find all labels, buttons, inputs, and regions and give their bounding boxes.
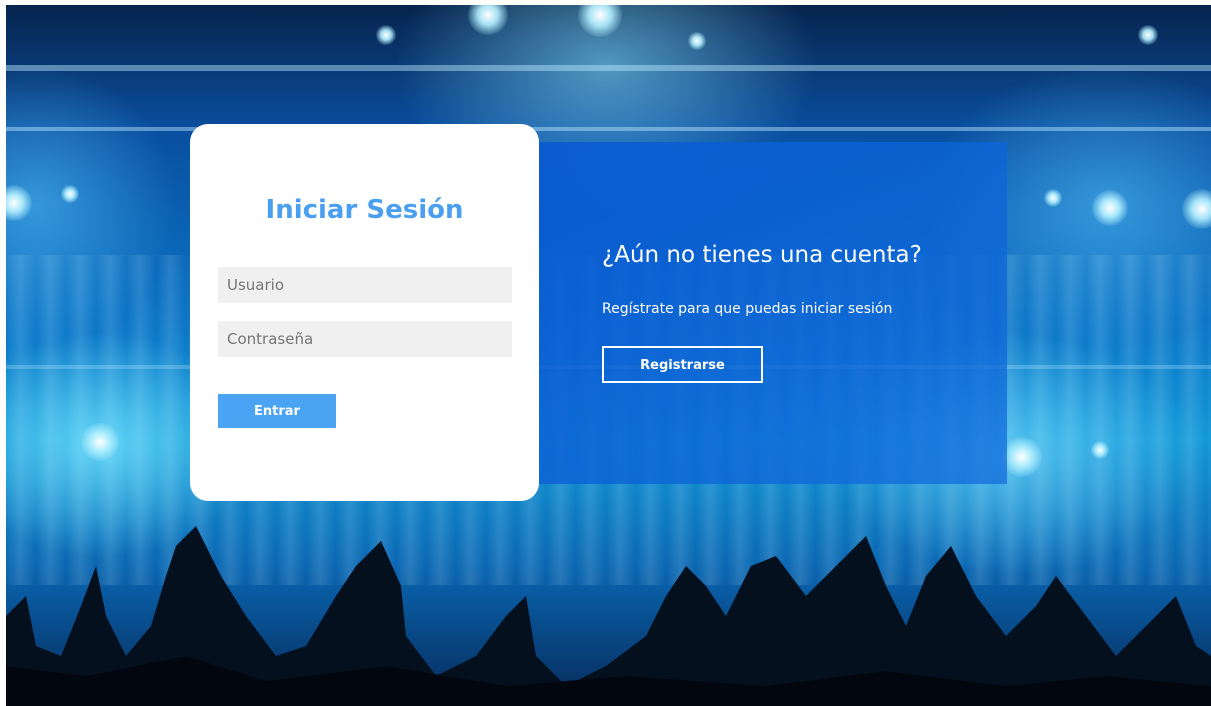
stage-truss bbox=[6, 127, 1211, 131]
stage-light bbox=[61, 185, 79, 203]
login-page: ¿Aún no tienes una cuenta? Regístrate pa… bbox=[0, 0, 1211, 706]
register-description: Regístrate para que puedas iniciar sesió… bbox=[602, 301, 893, 317]
stage-light bbox=[578, 5, 622, 37]
username-input[interactable] bbox=[218, 267, 512, 303]
stage-light bbox=[1091, 441, 1109, 459]
stage-light bbox=[81, 423, 119, 461]
stage-light bbox=[6, 185, 32, 221]
password-input[interactable] bbox=[218, 321, 512, 357]
stage-light bbox=[688, 32, 706, 50]
stage-light bbox=[1092, 190, 1128, 226]
stage-light bbox=[376, 25, 396, 45]
stage-light bbox=[1002, 437, 1042, 477]
login-title: Iniciar Sesión bbox=[265, 195, 464, 225]
login-submit-button[interactable]: Entrar bbox=[218, 394, 336, 428]
stage-light bbox=[1044, 189, 1062, 207]
stage-light bbox=[1138, 25, 1158, 45]
login-card: Iniciar Sesión Entrar bbox=[190, 124, 539, 501]
register-title: ¿Aún no tienes una cuenta? bbox=[602, 242, 922, 268]
stage-light bbox=[468, 5, 508, 35]
register-button[interactable]: Registrarse bbox=[602, 346, 763, 383]
stage-truss bbox=[6, 65, 1211, 71]
crowd-silhouette bbox=[6, 526, 1211, 706]
stage-light bbox=[1182, 189, 1211, 229]
register-panel: ¿Aún no tienes una cuenta? Regístrate pa… bbox=[539, 142, 1007, 484]
